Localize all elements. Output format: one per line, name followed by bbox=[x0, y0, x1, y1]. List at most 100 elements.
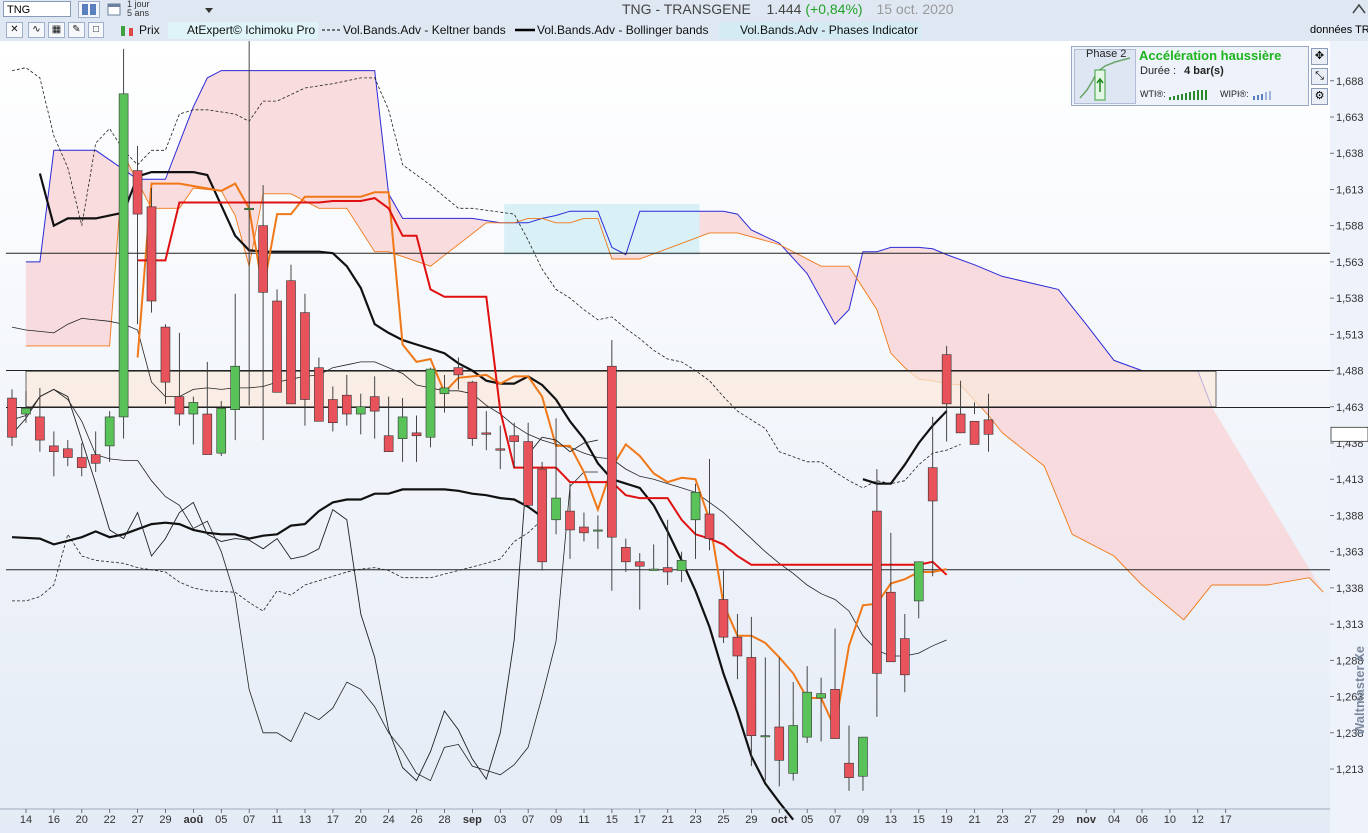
candle bbox=[76, 457, 87, 468]
x-tick-label: 05 bbox=[215, 814, 227, 826]
x-tick-label: 09 bbox=[857, 814, 869, 826]
y-tick-label: 1,363 bbox=[1336, 547, 1364, 559]
candle bbox=[453, 367, 464, 376]
x-tick-label: 10 bbox=[1164, 814, 1176, 826]
x-tick-label: 13 bbox=[885, 814, 897, 826]
price-chart[interactable]: 1,688 1,663 1,638 1,613 1,588 1,563 1,538 1,513… bbox=[0, 41, 1368, 833]
legend-ichimoku[interactable]: AtExpert© Ichimoku Pro bbox=[168, 22, 318, 39]
x-tick-label: 20 bbox=[76, 814, 88, 826]
candle bbox=[355, 406, 366, 415]
legend-bollinger[interactable]: Vol.Bands.Adv - Bollinger bands bbox=[537, 22, 708, 39]
tools-icon[interactable]: ✕ bbox=[6, 22, 23, 38]
x-tick-label: 07 bbox=[522, 814, 534, 826]
candle bbox=[620, 547, 631, 563]
candle bbox=[941, 354, 952, 405]
phase-duration: Durée : 4 bar(s) bbox=[1140, 65, 1224, 77]
indicator-icon[interactable]: ▦ bbox=[48, 22, 65, 38]
candle bbox=[216, 407, 227, 454]
y-tick-label: 1,588 bbox=[1336, 221, 1364, 233]
candle bbox=[90, 454, 101, 464]
x-tick-label: 05 bbox=[801, 814, 813, 826]
x-tick-label: 26 bbox=[410, 814, 422, 826]
chevron-up-icon[interactable] bbox=[1352, 3, 1366, 15]
candle bbox=[495, 448, 506, 451]
data-source-label: données TR bbox=[1310, 20, 1368, 41]
legend-keltner[interactable]: Vol.Bands.Adv - Keltner bands bbox=[343, 22, 506, 39]
calendar-icon bbox=[107, 3, 121, 16]
candle bbox=[718, 599, 729, 638]
current-price-marker bbox=[1330, 426, 1368, 442]
symbol-input[interactable]: TNG bbox=[3, 1, 71, 17]
legend-phases[interactable]: Vol.Bands.Adv - Phases Indicator bbox=[719, 22, 921, 39]
candle bbox=[481, 432, 492, 435]
candle bbox=[537, 468, 547, 563]
candle bbox=[509, 435, 520, 442]
candle bbox=[886, 591, 896, 663]
candle bbox=[230, 365, 240, 410]
candle bbox=[913, 561, 924, 602]
x-tick-label: 23 bbox=[689, 814, 701, 826]
period-selector[interactable]: 1 jour 5 ans bbox=[105, 0, 217, 19]
candle bbox=[760, 735, 771, 738]
y-tick-label: 1,688 bbox=[1336, 76, 1364, 88]
chevron-down-icon bbox=[205, 8, 213, 13]
x-tick-label: 28 bbox=[438, 814, 450, 826]
candle bbox=[969, 420, 980, 445]
candle bbox=[314, 367, 324, 422]
y-tick-label: 1,488 bbox=[1336, 366, 1364, 378]
candle bbox=[7, 397, 17, 438]
x-tick-label: 23 bbox=[996, 814, 1008, 826]
indicator-legend-bar: ✕ ∿ ▦ ✎ □ Prix AtExpert© Ichimoku Pro Vo… bbox=[0, 20, 1310, 42]
y-tick-label: 1,538 bbox=[1336, 293, 1364, 305]
candle bbox=[607, 365, 617, 538]
move-icon[interactable]: ✥ bbox=[1311, 48, 1328, 65]
candle bbox=[286, 280, 296, 405]
candle bbox=[816, 693, 826, 699]
candle bbox=[369, 396, 380, 412]
zoom-icon[interactable]: ⤡ bbox=[1311, 68, 1328, 85]
x-tick-label: 21 bbox=[968, 814, 980, 826]
y-tick-label: 1,513 bbox=[1336, 329, 1364, 341]
x-tick-label: 14 bbox=[20, 814, 32, 826]
book-icon[interactable] bbox=[78, 1, 100, 18]
candle bbox=[202, 413, 213, 455]
y-tick-label: 1,463 bbox=[1336, 402, 1364, 414]
x-tick-label: 13 bbox=[299, 814, 311, 826]
x-tick-label: 19 bbox=[941, 814, 953, 826]
phase-number: Phase 2 bbox=[1086, 48, 1127, 60]
candle bbox=[955, 413, 966, 434]
candle bbox=[662, 567, 673, 573]
settings-icon[interactable]: ⚙ bbox=[1311, 88, 1328, 105]
candle bbox=[174, 396, 185, 415]
duree-value: 4 bar(s) bbox=[1184, 65, 1224, 77]
x-tick-label: 07 bbox=[829, 814, 841, 826]
y-tick-label: 1,613 bbox=[1336, 184, 1364, 196]
window-icon[interactable]: □ bbox=[88, 22, 104, 38]
candle bbox=[258, 225, 268, 293]
x-tick-label: 21 bbox=[662, 814, 674, 826]
candle bbox=[425, 368, 436, 438]
x-tick-label: 15 bbox=[606, 814, 618, 826]
x-tick-label: 29 bbox=[159, 814, 171, 826]
wave-icon[interactable]: ∿ bbox=[28, 22, 45, 38]
x-tick-label: 06 bbox=[1136, 814, 1148, 826]
x-tick-label: 11 bbox=[271, 814, 282, 826]
y-tick-label: 1,663 bbox=[1336, 112, 1364, 124]
legend-prix[interactable]: Prix bbox=[139, 22, 160, 39]
candle bbox=[704, 513, 715, 539]
x-tick-label: 09 bbox=[550, 814, 562, 826]
wti-label: WTI®: bbox=[1140, 89, 1166, 99]
candle bbox=[411, 432, 422, 437]
x-tick-label: 07 bbox=[243, 814, 255, 826]
candle bbox=[648, 568, 659, 571]
bollinger-swatch bbox=[515, 28, 535, 32]
candle bbox=[690, 491, 701, 521]
x-tick-label: nov bbox=[1076, 814, 1096, 826]
x-tick-label: 17 bbox=[327, 814, 339, 826]
candle bbox=[579, 526, 589, 534]
highlight-band bbox=[25, 370, 1217, 408]
title-change: (+0,84%) bbox=[805, 1, 863, 17]
x-tick-label: sep bbox=[463, 814, 482, 826]
candle bbox=[844, 762, 854, 778]
draw-icon[interactable]: ✎ bbox=[68, 22, 85, 38]
